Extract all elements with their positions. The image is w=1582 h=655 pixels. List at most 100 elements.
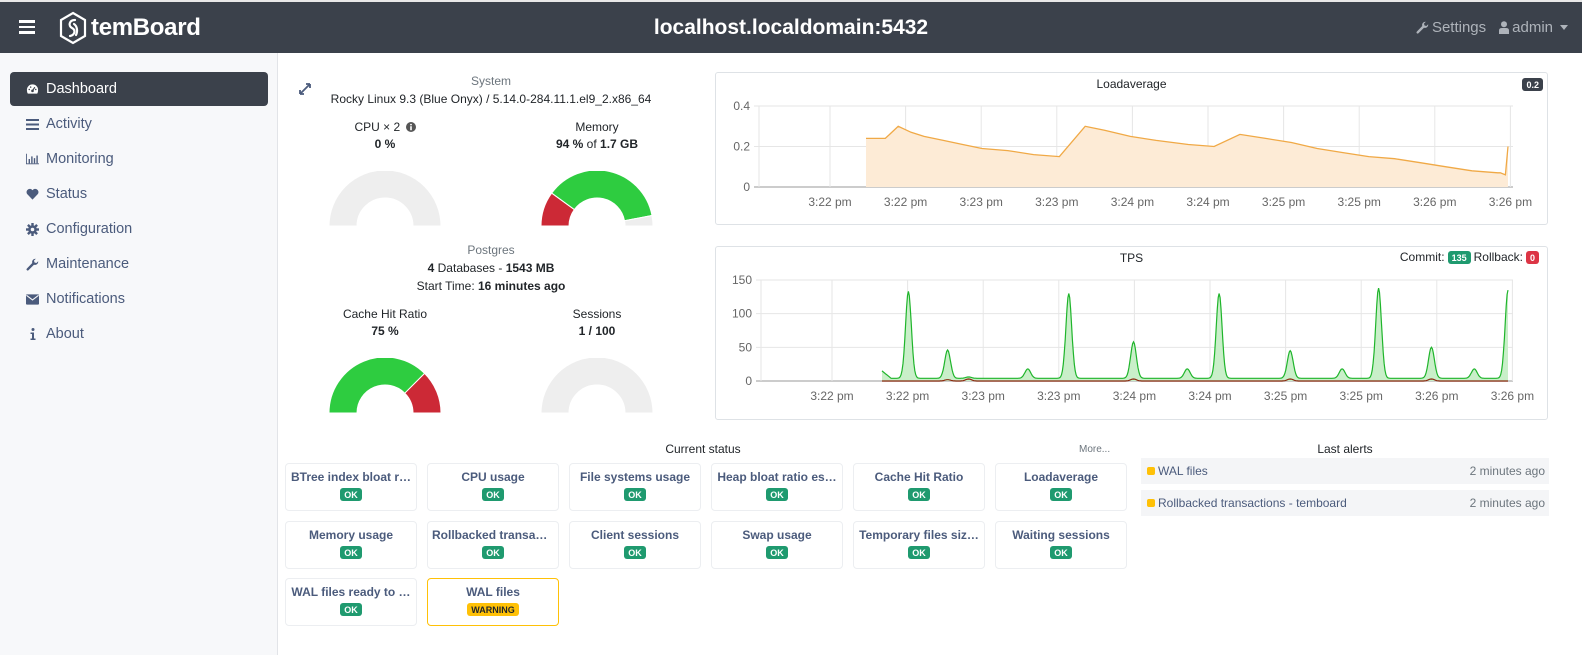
status-badge: OK — [482, 545, 504, 559]
load-area — [866, 126, 1508, 187]
warning-square-icon — [1147, 467, 1155, 475]
postgres-databases: 4 Databases - 1543 MB — [427, 261, 555, 275]
temboard-logo[interactable]: temBoard — [59, 11, 201, 45]
tps-chart[interactable]: 150 100 50 0 3:22 pm 3:22 pm 3:23 pm 3:23 pm 3:2… — [716, 247, 1547, 419]
tps-chart-card: TPS Commit: 135 Rollback: 0 150 100 50 0 3:2… — [715, 246, 1548, 420]
status-check-card[interactable]: Memory usage OK — [285, 520, 417, 569]
sessions-label: Sessions — [572, 307, 622, 321]
settings-label: Settings — [1431, 19, 1487, 36]
info-circle-icon[interactable] — [405, 122, 416, 132]
y-tick-label: 100 — [732, 307, 752, 321]
status-badge: OK — [908, 545, 930, 559]
user-label: admin — [1512, 19, 1553, 36]
status-check-name: CPU usage — [461, 470, 525, 484]
status-badge: OK — [340, 545, 362, 559]
settings-link[interactable]: Settings — [1416, 19, 1486, 36]
x-tick-label: 3:24 pm — [1111, 195, 1154, 209]
status-badge: OK — [1050, 545, 1072, 559]
gear-icon — [26, 222, 39, 236]
cpu-value: 0 % — [374, 137, 396, 151]
gauge-empty-arc — [541, 358, 653, 414]
status-check-card[interactable]: WAL files WARNING — [427, 578, 559, 626]
status-check-name: BTree index bloat r… — [290, 470, 412, 484]
sessions-gauge-block: Sessions 1 / 100 — [491, 307, 703, 414]
postgres-section-title: Postgres — [467, 243, 515, 257]
status-badge: WARNING — [467, 603, 519, 616]
sidebar-item-activity[interactable]: Activity — [10, 107, 268, 141]
cache-hit-gauge-block: Cache Hit Ratio 75 % — [279, 307, 491, 414]
dashboard-icon — [26, 83, 39, 96]
cache-hit-label: Cache Hit Ratio — [342, 307, 428, 321]
menu-toggle-button[interactable] — [19, 20, 35, 34]
memory-total: 1.7 GB — [600, 137, 639, 151]
memory-gauge — [541, 171, 653, 227]
x-tick-label: 3:25 pm — [1264, 389, 1307, 403]
x-tick-label: 3:25 pm — [1262, 195, 1305, 209]
status-check-card[interactable]: Temporary files siz… OK — [853, 520, 985, 569]
memory-label: Memory — [575, 120, 619, 134]
cpu-gauge-block: CPU × 2 0 % — [279, 120, 491, 227]
status-check-name: Loadaverage — [1023, 470, 1099, 484]
cache-hit-gauge — [329, 358, 441, 414]
loadaverage-chart[interactable]: 0.4 0.2 0 3:22 pm 3:22 pm 3:23 pm 3:23 pm 3:24 … — [716, 73, 1547, 224]
x-tick-label: 3:25 pm — [1338, 195, 1381, 209]
status-check-name: Client sessions — [590, 527, 680, 542]
status-badge: OK — [1050, 488, 1072, 501]
loadaverage-chart-card: Loadaverage 0.2 0.4 0.2 0 3:22 pm 3:22 pm 3:2… — [715, 72, 1548, 225]
sessions-value: 1 / 100 — [578, 324, 616, 338]
sidebar-item-about[interactable]: About — [10, 317, 268, 351]
sidebar-item-dashboard[interactable]: Dashboard — [10, 72, 268, 106]
info-icon — [26, 328, 39, 341]
status-check-card[interactable]: Loadaverage OK — [995, 463, 1127, 511]
commit-line — [881, 287, 1509, 379]
y-tick-label: 50 — [739, 340, 753, 354]
commit-area — [882, 288, 1508, 381]
system-os-info: Rocky Linux 9.3 (Blue Onyx) / 5.14.0-284… — [330, 92, 652, 106]
y-tick-label: 0 — [745, 374, 752, 388]
user-icon — [1499, 21, 1510, 34]
status-badge: OK — [908, 488, 930, 501]
status-check-name: File systems usage — [579, 470, 691, 484]
y-tick-label: 0.2 — [733, 140, 750, 154]
status-check-card[interactable]: BTree index bloat r… OK — [285, 463, 417, 511]
x-tick-label: 3:26 pm — [1489, 195, 1532, 209]
sidebar-item-maintenance[interactable]: Maintenance — [10, 247, 268, 281]
sidebar-item-configuration[interactable]: Configuration — [10, 212, 268, 246]
sidebar-item-label: Configuration — [46, 221, 133, 237]
status-check-card[interactable]: Swap usage OK — [711, 520, 843, 569]
alert-item[interactable]: Rollbacked transactions - temboard 2 min… — [1141, 490, 1549, 516]
alert-item[interactable]: WAL files 2 minutes ago — [1141, 458, 1549, 484]
status-check-card[interactable]: Cache Hit Ratio OK — [853, 463, 985, 511]
sidebar-item-monitoring[interactable]: Monitoring — [10, 142, 268, 176]
status-check-name: WAL files ready to … — [291, 585, 411, 599]
user-menu[interactable]: admin — [1499, 19, 1568, 36]
sidebar-item-label: Status — [46, 186, 88, 202]
y-tick-label: 150 — [732, 273, 752, 287]
x-tick-label: 3:23 pm — [962, 389, 1005, 403]
status-badge: OK — [340, 488, 362, 501]
x-tick-label: 3:22 pm — [884, 195, 927, 209]
status-check-card[interactable]: WAL files ready to … OK — [285, 578, 417, 626]
system-section-title: System — [470, 74, 511, 88]
status-check-card[interactable]: CPU usage OK — [427, 463, 559, 511]
x-tick-label: 3:26 pm — [1415, 389, 1458, 403]
status-badge: OK — [482, 488, 504, 501]
status-check-card[interactable]: Waiting sessions OK — [995, 520, 1127, 569]
status-check-name: Heap bloat ratio es… — [717, 470, 837, 484]
postgres-start-time: Start Time: 16 minutes ago — [416, 279, 566, 293]
memory-gauge-block: Memory 94 % of 1.7 GB — [491, 120, 703, 227]
sidebar-item-label: Notifications — [46, 291, 125, 307]
alert-time: 2 minutes ago — [1469, 464, 1545, 478]
sidebar-item-status[interactable]: Status — [10, 177, 268, 211]
status-check-name: Memory usage — [308, 527, 394, 542]
status-badge: OK — [624, 488, 646, 501]
status-check-card[interactable]: File systems usage OK — [569, 463, 701, 511]
more-link[interactable]: More... — [1079, 444, 1110, 455]
status-check-card[interactable]: Rollbacked transac… OK — [427, 520, 559, 569]
status-check-card[interactable]: Client sessions OK — [569, 520, 701, 569]
x-tick-label: 3:23 pm — [960, 195, 1003, 209]
x-tick-label: 3:26 pm — [1413, 195, 1456, 209]
status-check-card[interactable]: Heap bloat ratio es… OK — [711, 463, 843, 511]
status-check-name: Rollbacked transac… — [432, 527, 555, 542]
sidebar-item-notifications[interactable]: Notifications — [10, 282, 268, 316]
